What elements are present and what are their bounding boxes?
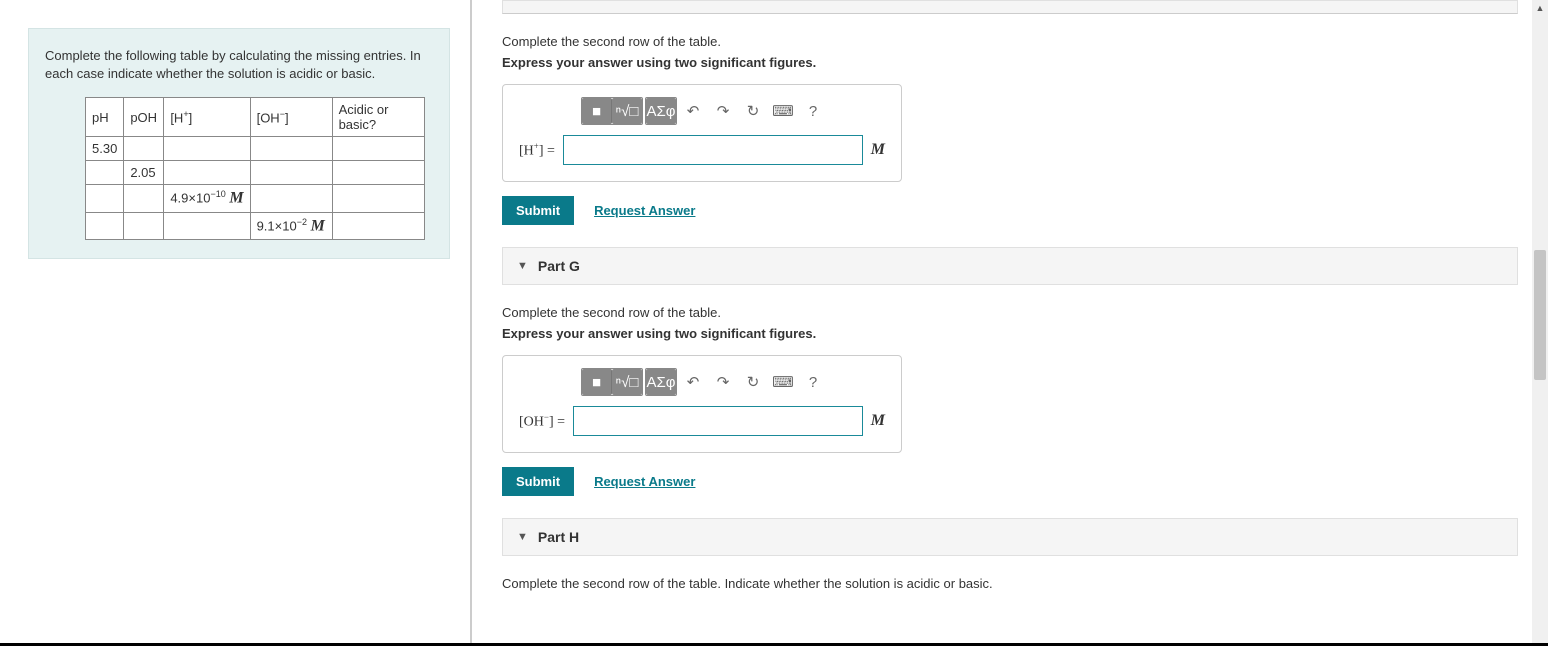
table-row: 5.30 [86, 137, 425, 161]
partf-var-label: [H+] = [519, 141, 555, 160]
parth-title: Part H [538, 529, 579, 545]
part-f-header-strip [502, 0, 1518, 14]
greek-icon[interactable]: ΑΣφ [646, 369, 676, 395]
table-row: 9.1×10−2 M [86, 212, 425, 239]
partf-answer-box: ■ ⁿ√□ ΑΣφ ↶ ↷ ↻ ⌨ ? [H+] = M [502, 84, 902, 182]
partg-var-label: [OH−] = [519, 412, 565, 431]
table-row: 2.05 [86, 161, 425, 185]
redo-icon[interactable]: ↷ [709, 98, 737, 124]
partf-instr2: Express your answer using two significan… [502, 55, 1518, 70]
help-icon[interactable]: ? [799, 98, 827, 124]
table-row: 4.9×10−10 M [86, 185, 425, 212]
partg-submit-button[interactable]: Submit [502, 467, 574, 496]
partg-toolbar: ■ ⁿ√□ ΑΣφ ↶ ↷ ↻ ⌨ ? [581, 368, 885, 396]
th-ph: pH [86, 98, 124, 137]
help-icon[interactable]: ? [799, 369, 827, 395]
keyboard-icon[interactable]: ⌨ [769, 98, 797, 124]
caret-down-icon: ▼ [517, 260, 528, 272]
caret-down-icon: ▼ [517, 531, 528, 543]
partf-request-answer-link[interactable]: Request Answer [594, 203, 695, 218]
redo-icon[interactable]: ↷ [709, 369, 737, 395]
template-icon[interactable]: ■ [582, 369, 612, 395]
th-h: [H+] [164, 98, 250, 137]
partg-header[interactable]: ▼ Part G [502, 247, 1518, 285]
scroll-thumb[interactable] [1534, 250, 1546, 380]
template-icon[interactable]: ■ [582, 98, 612, 124]
partf-answer-input[interactable] [563, 135, 863, 165]
parth-header[interactable]: ▼ Part H [502, 518, 1518, 556]
sqrt-icon[interactable]: ⁿ√□ [612, 98, 642, 124]
partg-instr2: Express your answer using two significan… [502, 326, 1518, 341]
parth-instr1: Complete the second row of the table. In… [502, 576, 1518, 591]
partf-unit: M [871, 141, 885, 159]
reset-icon[interactable]: ↻ [739, 369, 767, 395]
reset-icon[interactable]: ↻ [739, 98, 767, 124]
scrollbar[interactable]: ▲ [1532, 0, 1548, 646]
data-table: pH pOH [H+] [OH−] Acidic or basic? 5.30 … [85, 97, 425, 240]
answer-panel: Complete the second row of the table. Ex… [472, 0, 1548, 646]
th-oh: [OH−] [250, 98, 332, 137]
partg-request-answer-link[interactable]: Request Answer [594, 474, 695, 489]
partg-instr1: Complete the second row of the table. [502, 305, 1518, 320]
undo-icon[interactable]: ↶ [679, 369, 707, 395]
sqrt-icon[interactable]: ⁿ√□ [612, 369, 642, 395]
th-poh: pOH [124, 98, 164, 137]
partg-answer-box: ■ ⁿ√□ ΑΣφ ↶ ↷ ↻ ⌨ ? [OH−] = M [502, 355, 902, 453]
keyboard-icon[interactable]: ⌨ [769, 369, 797, 395]
scroll-up-icon[interactable]: ▲ [1532, 0, 1548, 16]
partf-toolbar: ■ ⁿ√□ ΑΣφ ↶ ↷ ↻ ⌨ ? [581, 97, 885, 125]
greek-icon[interactable]: ΑΣφ [646, 98, 676, 124]
problem-instructions: Complete the following table by calculat… [45, 47, 433, 83]
partg-answer-input[interactable] [573, 406, 863, 436]
problem-panel: Complete the following table by calculat… [0, 0, 470, 646]
undo-icon[interactable]: ↶ [679, 98, 707, 124]
th-ab: Acidic or basic? [332, 98, 424, 137]
partg-unit: M [871, 412, 885, 430]
partf-submit-button[interactable]: Submit [502, 196, 574, 225]
partf-instr1: Complete the second row of the table. [502, 34, 1518, 49]
problem-box: Complete the following table by calculat… [28, 28, 450, 259]
partg-title: Part G [538, 258, 580, 274]
